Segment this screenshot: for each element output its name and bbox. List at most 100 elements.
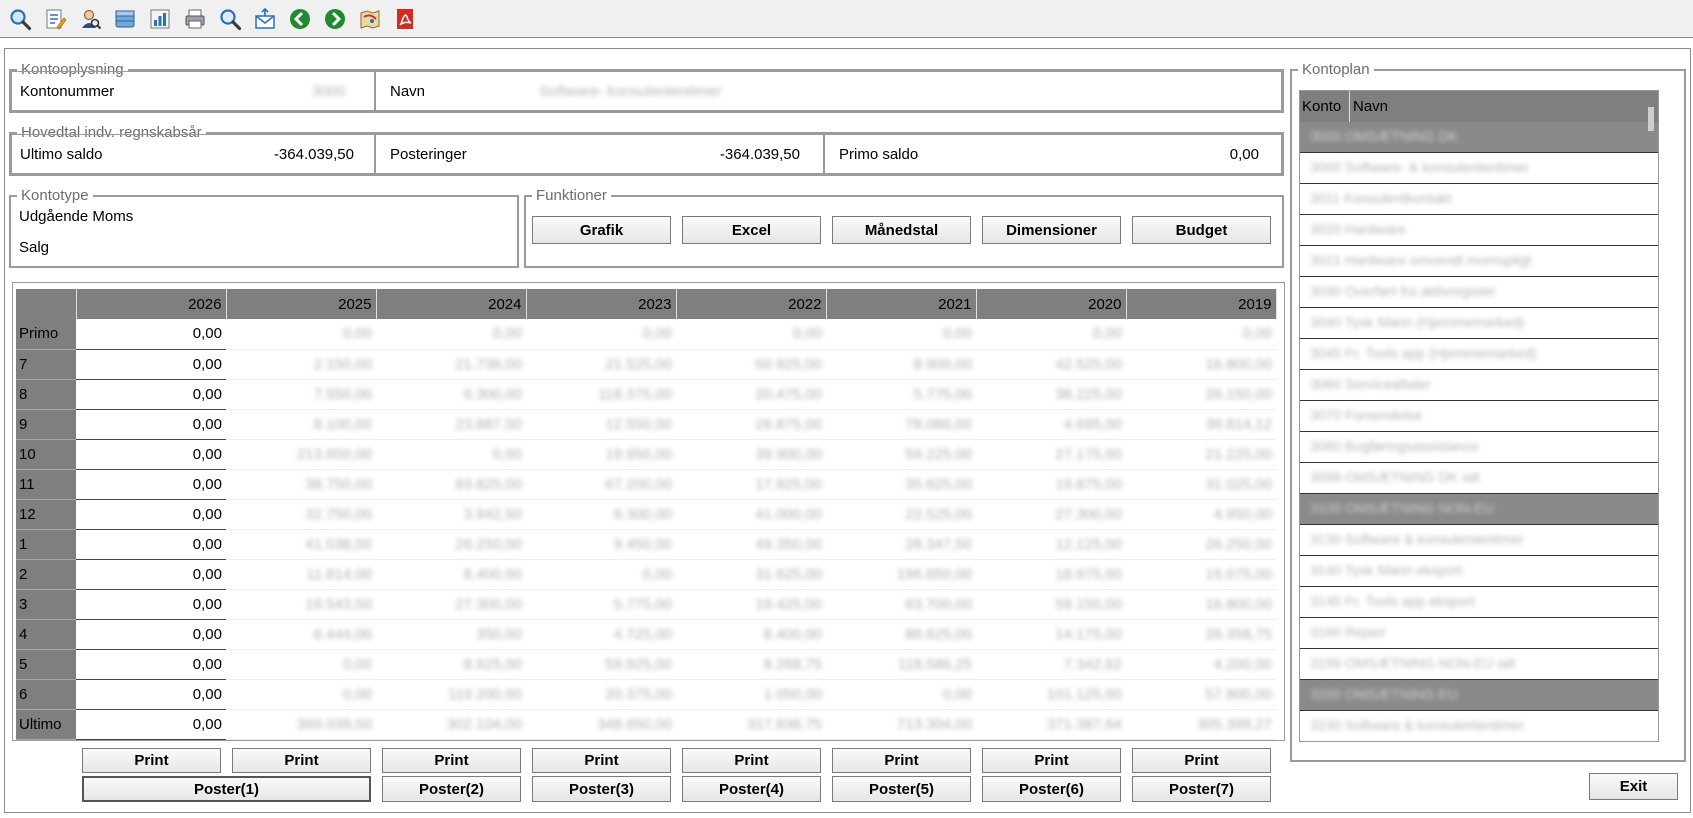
list-item[interactable]: 3040 Tysk Marin (Hjemmemarked) bbox=[1300, 308, 1658, 339]
grid-cell[interactable]: 0,00 bbox=[76, 679, 226, 710]
grid-cell-blurred[interactable]: 0,00 bbox=[226, 679, 376, 710]
grid-cell-blurred[interactable]: 317.836,75 bbox=[676, 709, 826, 740]
list-item[interactable]: 3000 OMSÆTNING DK bbox=[1300, 122, 1658, 153]
grid-cell[interactable]: 0,00 bbox=[76, 499, 226, 530]
list-item[interactable]: 3100 OMSÆTNING NON-EU bbox=[1300, 494, 1658, 525]
grid-cell-blurred[interactable]: 21.738,00 bbox=[376, 349, 526, 380]
grid-cell-blurred[interactable]: 196.850,00 bbox=[826, 559, 976, 590]
grid-cell-blurred[interactable]: 0,00 bbox=[826, 679, 976, 710]
grid-cell-blurred[interactable]: 16.800,00 bbox=[1126, 589, 1276, 620]
grid-cell-blurred[interactable]: 12.125,00 bbox=[976, 529, 1126, 560]
grid-cell[interactable]: 0,00 bbox=[76, 349, 226, 380]
kontoplan-col-konto[interactable]: Konto bbox=[1300, 91, 1350, 122]
list-item[interactable]: 3145 Fr. Tools app eksport bbox=[1300, 587, 1658, 618]
grid-cell[interactable]: 0,00 bbox=[76, 379, 226, 410]
grid-cell-blurred[interactable]: 35.625,00 bbox=[826, 469, 976, 500]
grid-cell-blurred[interactable]: 26.875,00 bbox=[676, 409, 826, 440]
grid-cell-blurred[interactable]: 119.200,00 bbox=[376, 679, 526, 710]
grid-cell-blurred[interactable]: 0,00 bbox=[226, 319, 376, 350]
grid-cell-blurred[interactable]: 59.150,00 bbox=[976, 589, 1126, 620]
navn-value[interactable]: Software- konsulententimer bbox=[539, 83, 722, 100]
email-icon[interactable] bbox=[251, 5, 278, 32]
list-item[interactable]: 3070 Forsendelse bbox=[1300, 401, 1658, 432]
grid-cell-blurred[interactable]: 18.675,00 bbox=[976, 559, 1126, 590]
grid-cell-blurred[interactable]: 39.900,00 bbox=[676, 439, 826, 470]
grid-cell-blurred[interactable]: 41.538,00 bbox=[226, 529, 376, 560]
dimensioner-button[interactable]: Dimensioner bbox=[982, 216, 1121, 244]
list-item[interactable]: 3140 Tysk Marin eksport bbox=[1300, 556, 1658, 587]
print-button[interactable]: Print bbox=[982, 748, 1121, 773]
grid-cell-blurred[interactable]: 63.825,00 bbox=[376, 469, 526, 500]
list-item[interactable]: 3130 Software & konsulententimer bbox=[1300, 525, 1658, 556]
forward-arrow-icon[interactable] bbox=[321, 5, 348, 32]
grid-cell-blurred[interactable]: 39.814,12 bbox=[1126, 409, 1276, 440]
zoom-icon[interactable] bbox=[216, 5, 243, 32]
kontoplan-scrollbar[interactable] bbox=[1648, 107, 1654, 131]
grid-cell-blurred[interactable]: 7.342,62 bbox=[976, 649, 1126, 680]
grid-cell-blurred[interactable]: 20.375,00 bbox=[526, 679, 676, 710]
grid-cell-blurred[interactable]: 8.268,75 bbox=[676, 649, 826, 680]
grid-cell-blurred[interactable]: 6.300,00 bbox=[526, 499, 676, 530]
grid-cell-blurred[interactable]: 0,00 bbox=[376, 439, 526, 470]
database-icon[interactable] bbox=[111, 5, 138, 32]
grid-cell-blurred[interactable]: 4.695,00 bbox=[976, 409, 1126, 440]
poster-button-6[interactable]: Poster(6) bbox=[982, 776, 1121, 802]
back-arrow-icon[interactable] bbox=[286, 5, 313, 32]
grid-cell-blurred[interactable]: 12.550,00 bbox=[526, 409, 676, 440]
grid-cell-blurred[interactable]: 78.066,00 bbox=[826, 409, 976, 440]
grid-cell-blurred[interactable]: 28.347,50 bbox=[826, 529, 976, 560]
print-button[interactable]: Print bbox=[832, 748, 971, 773]
search-icon[interactable] bbox=[6, 5, 33, 32]
poster-button-4[interactable]: Poster(4) bbox=[682, 776, 821, 802]
list-item[interactable]: 3080 Bogføringsassistance bbox=[1300, 432, 1658, 463]
grid-cell-blurred[interactable]: 16.800,00 bbox=[1126, 349, 1276, 380]
grid-cell-blurred[interactable]: 26.250,00 bbox=[376, 529, 526, 560]
excel-button[interactable]: Excel bbox=[682, 216, 821, 244]
grid-cell-blurred[interactable]: 213.650,00 bbox=[226, 439, 376, 470]
grid-cell[interactable]: 0,00 bbox=[76, 529, 226, 560]
print-button[interactable]: Print bbox=[532, 748, 671, 773]
grid-cell-blurred[interactable]: 11.814,00 bbox=[226, 559, 376, 590]
grid-cell-blurred[interactable]: 118.586,25 bbox=[826, 649, 976, 680]
grid-cell-blurred[interactable]: 348.650,00 bbox=[526, 709, 676, 740]
grid-cell-blurred[interactable]: 26.250,00 bbox=[1126, 529, 1276, 560]
print-button[interactable]: Print bbox=[82, 748, 221, 773]
grid-cell-blurred[interactable]: 302.104,00 bbox=[376, 709, 526, 740]
grid-cell-blurred[interactable]: 5.775,00 bbox=[826, 379, 976, 410]
grid-cell-blurred[interactable]: 6.300,00 bbox=[376, 379, 526, 410]
grid-cell[interactable]: 0,00 bbox=[76, 619, 226, 650]
grid-cell-blurred[interactable]: 26.150,00 bbox=[1126, 379, 1276, 410]
list-item[interactable]: 3060 Serviceaftaler bbox=[1300, 370, 1658, 401]
grid-cell[interactable]: 0,00 bbox=[76, 319, 226, 350]
grid-cell-blurred[interactable]: 59.925,00 bbox=[526, 649, 676, 680]
list-item[interactable]: 3021 Hardware omvendt momspligt bbox=[1300, 246, 1658, 277]
grid-cell-blurred[interactable]: 27.300,00 bbox=[976, 499, 1126, 530]
grid-cell-blurred[interactable]: 63.700,00 bbox=[826, 589, 976, 620]
list-item[interactable]: 3045 Fr. Tools app (Hjemmemarked) bbox=[1300, 339, 1658, 370]
exit-button[interactable]: Exit bbox=[1589, 773, 1678, 800]
kontoplan-col-navn[interactable]: Navn bbox=[1350, 91, 1658, 122]
poster-button-5[interactable]: Poster(5) bbox=[832, 776, 971, 802]
grid-cell-blurred[interactable]: 19.875,00 bbox=[976, 469, 1126, 500]
grid-cell-blurred[interactable]: 17.925,00 bbox=[676, 469, 826, 500]
grid-cell-blurred[interactable]: 32.750,00 bbox=[226, 499, 376, 530]
grid-cell-blurred[interactable]: 38.225,00 bbox=[976, 379, 1126, 410]
grid-cell-blurred[interactable]: 8.900,00 bbox=[826, 349, 976, 380]
grid-cell[interactable]: 0,00 bbox=[76, 649, 226, 680]
grid-cell-blurred[interactable]: 50.925,00 bbox=[676, 349, 826, 380]
grid-cell[interactable]: 0,00 bbox=[76, 589, 226, 620]
print-button[interactable]: Print bbox=[382, 748, 521, 773]
grid-cell-blurred[interactable]: 27.175,00 bbox=[976, 439, 1126, 470]
edit-document-icon[interactable] bbox=[41, 5, 68, 32]
grid-cell-blurred[interactable]: 2.150,00 bbox=[226, 349, 376, 380]
list-item[interactable]: 3199 OMSÆTNING NON-EU ialt bbox=[1300, 649, 1658, 680]
grid-cell-blurred[interactable]: 67.200,00 bbox=[526, 469, 676, 500]
poster-button-3[interactable]: Poster(3) bbox=[532, 776, 671, 802]
list-item[interactable]: 3011 Konsulentkontakt bbox=[1300, 184, 1658, 215]
kontoplan-list[interactable]: Konto Navn 3000 OMSÆTNING DK 3000 Softwar… bbox=[1299, 90, 1659, 742]
grid-cell-blurred[interactable]: 59.225,00 bbox=[826, 439, 976, 470]
list-item[interactable]: 3099 OMSÆTNING DK ialt bbox=[1300, 463, 1658, 494]
maanedstal-button[interactable]: Månedstal bbox=[832, 216, 971, 244]
print-button[interactable]: Print bbox=[682, 748, 821, 773]
print-button[interactable]: Print bbox=[232, 748, 371, 773]
